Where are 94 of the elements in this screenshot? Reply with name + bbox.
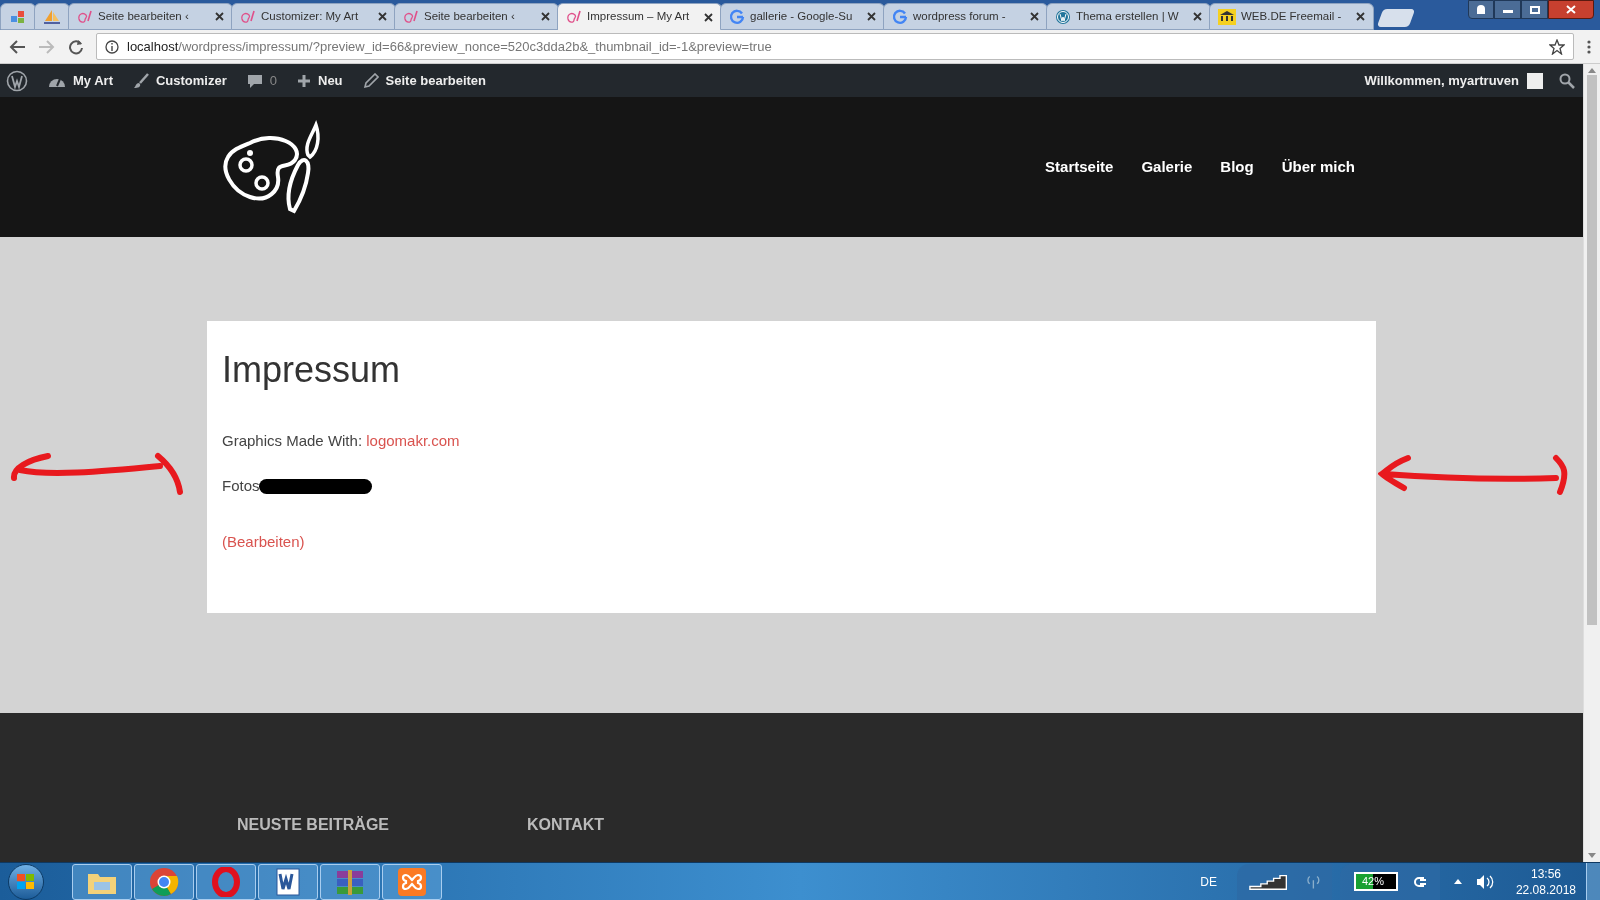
maximize-button[interactable]	[1521, 0, 1548, 19]
brush-icon	[132, 72, 149, 89]
logomakr-link[interactable]: logomakr.com	[366, 432, 460, 449]
tab-title: WEB.DE Freemail -	[1241, 8, 1342, 24]
g-letter-icon	[729, 8, 745, 25]
browser-tab[interactable]: Seite bearbeiten ‹	[68, 3, 233, 30]
taskbar-button[interactable]	[258, 863, 318, 900]
close-icon	[1566, 5, 1576, 14]
avatar[interactable]	[1527, 72, 1543, 89]
show-hidden-icons[interactable]	[1453, 879, 1462, 884]
wordpress-icon[interactable]	[6, 69, 28, 92]
palette-icon	[240, 8, 256, 25]
clock[interactable]: 13:56 22.08.2018	[1515, 865, 1576, 898]
nav-link[interactable]: Über mich	[1281, 155, 1355, 179]
plus-icon	[297, 73, 311, 88]
start-button[interactable]	[8, 863, 44, 900]
document-icon	[273, 866, 303, 897]
palette-icon	[403, 8, 419, 25]
user-icon[interactable]	[1468, 0, 1494, 19]
nav-link[interactable]: Galerie	[1141, 155, 1193, 179]
speaker-icon[interactable]	[1475, 873, 1494, 890]
greeting[interactable]: Willkommen, myartruven	[1364, 70, 1519, 91]
browser-tab[interactable]: gallerie - Google-Su	[720, 3, 885, 30]
signal-bars-icon[interactable]	[1248, 872, 1288, 891]
tab-title: Customizer: My Art	[261, 8, 359, 24]
close-icon[interactable]	[867, 12, 876, 21]
footer-heading: KONTAKT	[527, 815, 605, 835]
browser-tab[interactable]: WEB.DE Freemail -	[1209, 3, 1374, 30]
admin-bar-item[interactable]: My Art	[48, 70, 113, 91]
scroll-up-icon[interactable]	[1588, 68, 1596, 73]
books-icon	[334, 867, 366, 896]
close-icon[interactable]	[215, 12, 224, 21]
g-letter-icon	[892, 8, 908, 25]
sail-icon	[42, 8, 62, 25]
tab-title: wordpress forum -	[913, 8, 1006, 24]
browser-tab[interactable]	[34, 3, 70, 30]
palette-icon	[566, 9, 582, 25]
close-icon[interactable]	[1356, 12, 1365, 21]
close-icon[interactable]	[1030, 12, 1039, 21]
footer-heading: NEUSTE BEITRÄGE	[237, 815, 389, 835]
nav-link[interactable]: Startseite	[1045, 155, 1114, 179]
taskbar-button[interactable]	[320, 863, 380, 900]
taskbar-button[interactable]	[196, 863, 256, 900]
admin-bar-item[interactable]: 0	[246, 70, 277, 91]
back-icon[interactable]	[8, 38, 26, 55]
reload-icon[interactable]	[68, 38, 84, 55]
close-icon[interactable]	[541, 12, 550, 21]
edit-link[interactable]: (Bearbeiten)	[222, 531, 1361, 554]
search-icon[interactable]	[1559, 72, 1575, 89]
show-desktop-button[interactable]	[1586, 862, 1600, 900]
tab-title: Seite bearbeiten ‹	[98, 8, 189, 24]
star-icon[interactable]	[1549, 38, 1565, 55]
language-indicator[interactable]: DE	[1200, 872, 1217, 891]
scrollbar-thumb[interactable]	[1587, 75, 1597, 625]
minimize-button[interactable]	[1494, 0, 1521, 19]
new-tab-button[interactable]	[1376, 9, 1416, 27]
pencil-icon	[362, 72, 379, 89]
taskbar-button[interactable]	[134, 863, 194, 900]
browser-tab[interactable]: Seite bearbeiten ‹	[394, 3, 559, 30]
browser-tab[interactable]: Thema erstellen | W	[1046, 3, 1211, 30]
xampp-icon	[397, 866, 427, 897]
admin-bar-item[interactable]: Seite bearbeiten	[362, 70, 486, 91]
windows-logo-icon	[16, 872, 36, 891]
wordpress-icon	[1055, 8, 1071, 25]
nav-link[interactable]: Blog	[1220, 155, 1254, 179]
info-icon	[105, 39, 119, 54]
scroll-down-icon[interactable]	[1588, 853, 1596, 858]
admin-bar-item[interactable]: Customizer	[132, 70, 227, 91]
speech-bubble-icon	[246, 72, 263, 89]
close-icon[interactable]	[704, 12, 713, 22]
ring-icon	[211, 866, 241, 897]
palette-icon	[77, 8, 93, 25]
browser-tab[interactable]: Customizer: My Art	[231, 3, 396, 30]
tab-title: gallerie - Google-Su	[750, 8, 853, 24]
taskbar-button[interactable]	[382, 863, 442, 900]
temple-icon	[1218, 8, 1236, 25]
tab-title: Thema erstellen | W	[1076, 8, 1179, 24]
chrome-icon	[149, 866, 179, 897]
menu-icon[interactable]	[1586, 38, 1592, 55]
page-title: Impressum	[222, 348, 402, 392]
url-text: localhost/wordpress/impressum/?preview_id=66&preview_nonce=520c3dda2b&_thumbnail_id=-1&preview=true	[127, 37, 773, 56]
tab-title: Impressum – My Art	[587, 9, 690, 25]
close-icon[interactable]	[1193, 12, 1202, 21]
close-button[interactable]	[1548, 0, 1594, 19]
tab-title: Seite bearbeiten ‹	[424, 8, 515, 24]
address-field[interactable]: localhost/wordpress/impressum/?preview_id=66&preview_nonce=520c3dda2b&_thumbnail_id=-1&preview=true	[96, 33, 1574, 60]
photos-label: Fotos	[222, 475, 260, 496]
credit-text: Graphics Made With: logomakr.com	[222, 431, 461, 451]
admin-bar-item[interactable]: Neu	[297, 70, 343, 91]
close-icon[interactable]	[378, 12, 387, 21]
browser-tab[interactable]: Impressum – My Art	[557, 3, 722, 30]
browser-tab[interactable]: wordpress forum -	[883, 3, 1048, 30]
taskbar-button[interactable]	[72, 863, 132, 900]
apps-icon	[10, 8, 26, 25]
